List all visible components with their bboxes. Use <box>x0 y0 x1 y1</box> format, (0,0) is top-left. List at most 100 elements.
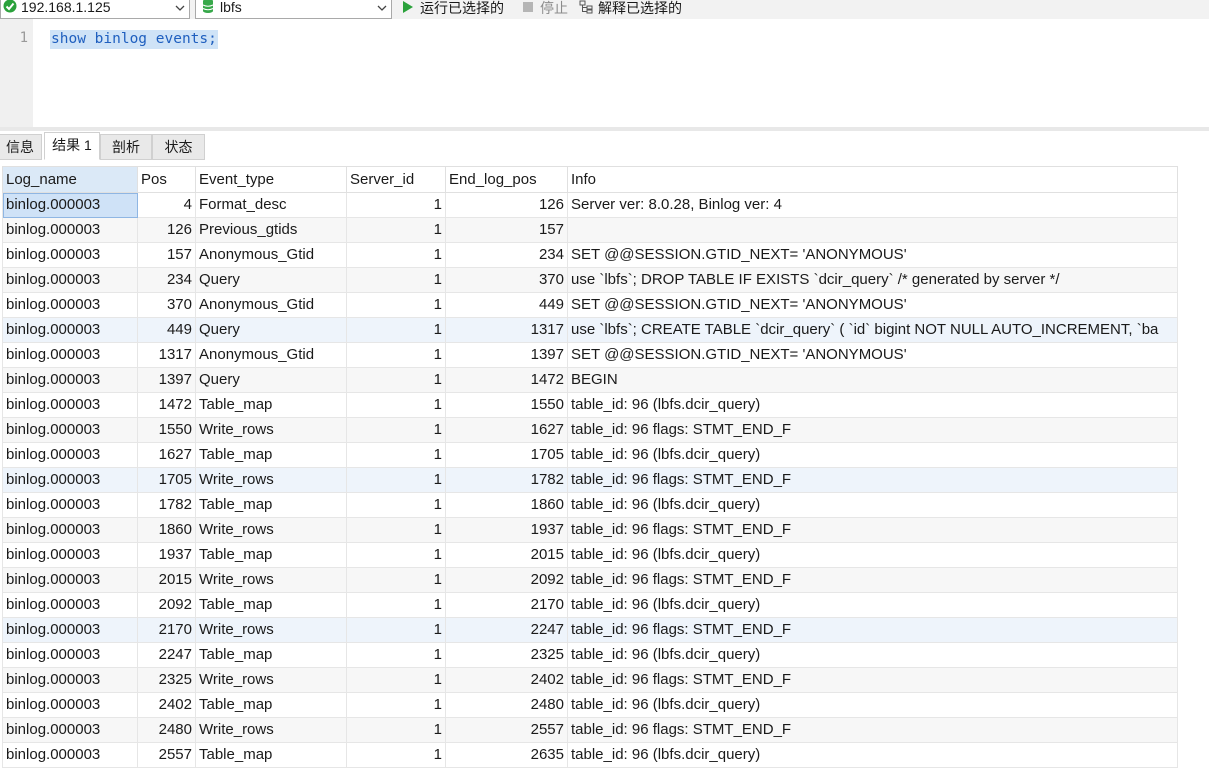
cell-log-name[interactable]: binlog.000003 <box>2 592 138 618</box>
column-header-server-id[interactable]: Server_id <box>346 166 446 193</box>
cell-pos[interactable]: 234 <box>137 267 196 293</box>
cell-event-type[interactable]: Query <box>195 267 347 293</box>
cell-info[interactable]: table_id: 96 (lbfs.dcir_query) <box>567 392 1178 418</box>
column-header-pos[interactable]: Pos <box>137 166 196 193</box>
sql-editor[interactable]: 1 show binlog events; <box>0 19 1209 128</box>
cell-event-type[interactable]: Anonymous_Gtid <box>195 242 347 268</box>
cell-pos[interactable]: 2015 <box>137 567 196 593</box>
cell-end-log-pos[interactable]: 1472 <box>445 367 568 393</box>
cell-server-id[interactable]: 1 <box>346 442 446 468</box>
cell-event-type[interactable]: Write_rows <box>195 467 347 493</box>
cell-server-id[interactable]: 1 <box>346 667 446 693</box>
cell-log-name[interactable]: binlog.000003 <box>2 417 138 443</box>
stop-button[interactable]: 停止 <box>521 0 576 18</box>
cell-info[interactable]: use `lbfs`; DROP TABLE IF EXISTS `dcir_q… <box>567 267 1178 293</box>
cell-log-name[interactable]: binlog.000003 <box>2 692 138 718</box>
table-row[interactable]: binlog.000003 370 Anonymous_Gtid 1 449 SET @@… <box>2 292 1178 318</box>
table-row[interactable]: binlog.000003 2557 Table_map 1 2635 table_id:… <box>2 742 1178 768</box>
cell-pos[interactable]: 2402 <box>137 692 196 718</box>
cell-event-type[interactable]: Write_rows <box>195 517 347 543</box>
cell-pos[interactable]: 4 <box>137 192 196 218</box>
cell-info[interactable]: table_id: 96 flags: STMT_END_F <box>567 417 1178 443</box>
cell-server-id[interactable]: 1 <box>346 492 446 518</box>
cell-end-log-pos[interactable]: 2557 <box>445 717 568 743</box>
cell-end-log-pos[interactable]: 1550 <box>445 392 568 418</box>
cell-server-id[interactable]: 1 <box>346 517 446 543</box>
table-row[interactable]: binlog.000003 234 Query 1 370 use `lbfs`; DRO… <box>2 267 1178 293</box>
cell-server-id[interactable]: 1 <box>346 717 446 743</box>
cell-pos[interactable]: 157 <box>137 242 196 268</box>
cell-log-name[interactable]: binlog.000003 <box>2 517 138 543</box>
cell-log-name[interactable]: binlog.000003 <box>2 192 138 218</box>
cell-event-type[interactable]: Table_map <box>195 692 347 718</box>
cell-end-log-pos[interactable]: 2092 <box>445 567 568 593</box>
cell-event-type[interactable]: Previous_gtids <box>195 217 347 243</box>
table-row[interactable]: binlog.000003 126 Previous_gtids 1 157 <box>2 217 1178 243</box>
column-header-end-log-pos[interactable]: End_log_pos <box>445 166 568 193</box>
explain-selected-button[interactable]: 解释已选择的 <box>579 0 694 18</box>
cell-info[interactable]: table_id: 96 flags: STMT_END_F <box>567 617 1178 643</box>
cell-event-type[interactable]: Write_rows <box>195 417 347 443</box>
cell-server-id[interactable]: 1 <box>346 267 446 293</box>
cell-info[interactable]: table_id: 96 flags: STMT_END_F <box>567 717 1178 743</box>
cell-info[interactable]: SET @@SESSION.GTID_NEXT= 'ANONYMOUS' <box>567 292 1178 318</box>
table-row[interactable]: binlog.000003 1550 Write_rows 1 1627 table_id… <box>2 417 1178 443</box>
cell-pos[interactable]: 370 <box>137 292 196 318</box>
cell-pos[interactable]: 1937 <box>137 542 196 568</box>
cell-log-name[interactable]: binlog.000003 <box>2 492 138 518</box>
cell-info[interactable]: SET @@SESSION.GTID_NEXT= 'ANONYMOUS' <box>567 242 1178 268</box>
cell-info[interactable]: use `lbfs`; CREATE TABLE `dcir_query` ( … <box>567 317 1178 343</box>
table-row[interactable]: binlog.000003 157 Anonymous_Gtid 1 234 SET @@… <box>2 242 1178 268</box>
cell-pos[interactable]: 1550 <box>137 417 196 443</box>
cell-server-id[interactable]: 1 <box>346 642 446 668</box>
cell-pos[interactable]: 2325 <box>137 667 196 693</box>
cell-event-type[interactable]: Anonymous_Gtid <box>195 292 347 318</box>
cell-info[interactable]: table_id: 96 (lbfs.dcir_query) <box>567 492 1178 518</box>
cell-info[interactable]: table_id: 96 (lbfs.dcir_query) <box>567 442 1178 468</box>
cell-end-log-pos[interactable]: 2480 <box>445 692 568 718</box>
run-selected-button[interactable]: 运行已选择的 <box>401 0 516 18</box>
cell-pos[interactable]: 1472 <box>137 392 196 418</box>
cell-server-id[interactable]: 1 <box>346 392 446 418</box>
cell-end-log-pos[interactable]: 1860 <box>445 492 568 518</box>
cell-log-name[interactable]: binlog.000003 <box>2 217 138 243</box>
cell-pos[interactable]: 2247 <box>137 642 196 668</box>
cell-server-id[interactable]: 1 <box>346 567 446 593</box>
table-row[interactable]: binlog.000003 4 Format_desc 1 126 Server ver:… <box>2 192 1178 218</box>
table-row[interactable]: binlog.000003 1782 Table_map 1 1860 table_id:… <box>2 492 1178 518</box>
cell-end-log-pos[interactable]: 126 <box>445 192 568 218</box>
cell-pos[interactable]: 126 <box>137 217 196 243</box>
column-header-event-type[interactable]: Event_type <box>195 166 347 193</box>
cell-end-log-pos[interactable]: 2325 <box>445 642 568 668</box>
table-row[interactable]: binlog.000003 1860 Write_rows 1 1937 table_id… <box>2 517 1178 543</box>
cell-end-log-pos[interactable]: 2635 <box>445 742 568 768</box>
cell-pos[interactable]: 1705 <box>137 467 196 493</box>
cell-event-type[interactable]: Table_map <box>195 442 347 468</box>
cell-info[interactable]: table_id: 96 (lbfs.dcir_query) <box>567 592 1178 618</box>
tab-status[interactable]: 状态 <box>152 134 205 160</box>
cell-server-id[interactable]: 1 <box>346 417 446 443</box>
cell-log-name[interactable]: binlog.000003 <box>2 467 138 493</box>
cell-end-log-pos[interactable]: 2170 <box>445 592 568 618</box>
cell-end-log-pos[interactable]: 1627 <box>445 417 568 443</box>
cell-end-log-pos[interactable]: 1937 <box>445 517 568 543</box>
cell-event-type[interactable]: Table_map <box>195 742 347 768</box>
table-row[interactable]: binlog.000003 2092 Table_map 1 2170 table_id:… <box>2 592 1178 618</box>
cell-server-id[interactable]: 1 <box>346 617 446 643</box>
cell-pos[interactable]: 2480 <box>137 717 196 743</box>
cell-end-log-pos[interactable]: 2015 <box>445 542 568 568</box>
cell-server-id[interactable]: 1 <box>346 542 446 568</box>
cell-log-name[interactable]: binlog.000003 <box>2 242 138 268</box>
cell-event-type[interactable]: Table_map <box>195 542 347 568</box>
cell-info[interactable]: table_id: 96 flags: STMT_END_F <box>567 467 1178 493</box>
cell-end-log-pos[interactable]: 1705 <box>445 442 568 468</box>
cell-end-log-pos[interactable]: 1782 <box>445 467 568 493</box>
cell-pos[interactable]: 1860 <box>137 517 196 543</box>
connection-select[interactable]: 192.168.1.125 <box>0 0 190 19</box>
column-header-info[interactable]: Info <box>567 166 1178 193</box>
cell-event-type[interactable]: Write_rows <box>195 667 347 693</box>
cell-end-log-pos[interactable]: 157 <box>445 217 568 243</box>
cell-end-log-pos[interactable]: 449 <box>445 292 568 318</box>
cell-event-type[interactable]: Format_desc <box>195 192 347 218</box>
cell-log-name[interactable]: binlog.000003 <box>2 317 138 343</box>
